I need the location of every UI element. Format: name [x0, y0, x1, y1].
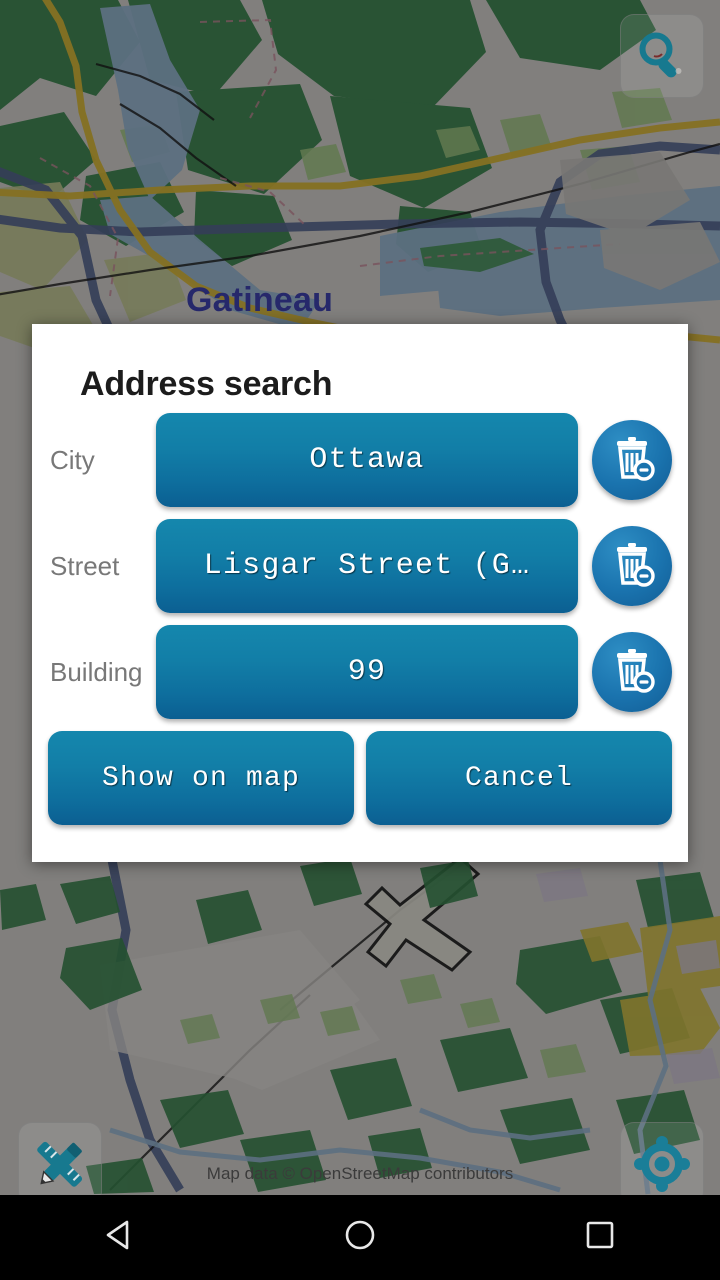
- search-button[interactable]: [620, 14, 704, 98]
- search-icon: [633, 27, 691, 85]
- clear-city-button[interactable]: [592, 420, 672, 500]
- nav-recents-button[interactable]: [480, 1195, 720, 1280]
- my-location-button[interactable]: [620, 1122, 704, 1206]
- nav-home-button[interactable]: [240, 1195, 480, 1280]
- field-value-building[interactable]: 99: [156, 625, 578, 719]
- field-row-building: Building 99: [32, 625, 688, 719]
- back-triangle-icon: [100, 1215, 140, 1260]
- dialog-title: Address search: [80, 365, 333, 403]
- show-on-map-button[interactable]: Show on map: [48, 731, 354, 825]
- field-row-city: City Ottawa: [32, 413, 688, 507]
- ruler-pencil-icon: [29, 1133, 91, 1195]
- clear-street-button[interactable]: [592, 526, 672, 606]
- trash-minus-icon: [607, 645, 657, 700]
- field-label-street: Street: [50, 550, 120, 581]
- trash-minus-icon: [607, 433, 657, 488]
- map-place-label: Gatineau: [186, 281, 334, 319]
- field-row-street: Street Lisgar Street (G…: [32, 519, 688, 613]
- recents-square-icon: [580, 1215, 620, 1260]
- field-label-city: City: [50, 444, 95, 475]
- trash-minus-icon: [607, 539, 657, 594]
- address-search-dialog: Address search City Ottawa Street Lisgar…: [32, 324, 688, 862]
- measure-button[interactable]: [18, 1122, 102, 1206]
- clear-building-button[interactable]: [592, 632, 672, 712]
- home-circle-icon: [340, 1215, 380, 1260]
- app-screen: Gatineau Map data © OpenStreetMap contri…: [0, 0, 720, 1280]
- dialog-action-row: Show on map Cancel: [32, 728, 688, 828]
- field-value-street[interactable]: Lisgar Street (G…: [156, 519, 578, 613]
- field-label-building: Building: [50, 656, 143, 687]
- cancel-button[interactable]: Cancel: [366, 731, 672, 825]
- android-navigation-bar: [0, 1195, 720, 1280]
- crosshair-location-icon: [632, 1134, 692, 1194]
- map-attribution: Map data © OpenStreetMap contributors: [206, 1164, 514, 1183]
- field-value-city[interactable]: Ottawa: [156, 413, 578, 507]
- nav-back-button[interactable]: [0, 1195, 240, 1280]
